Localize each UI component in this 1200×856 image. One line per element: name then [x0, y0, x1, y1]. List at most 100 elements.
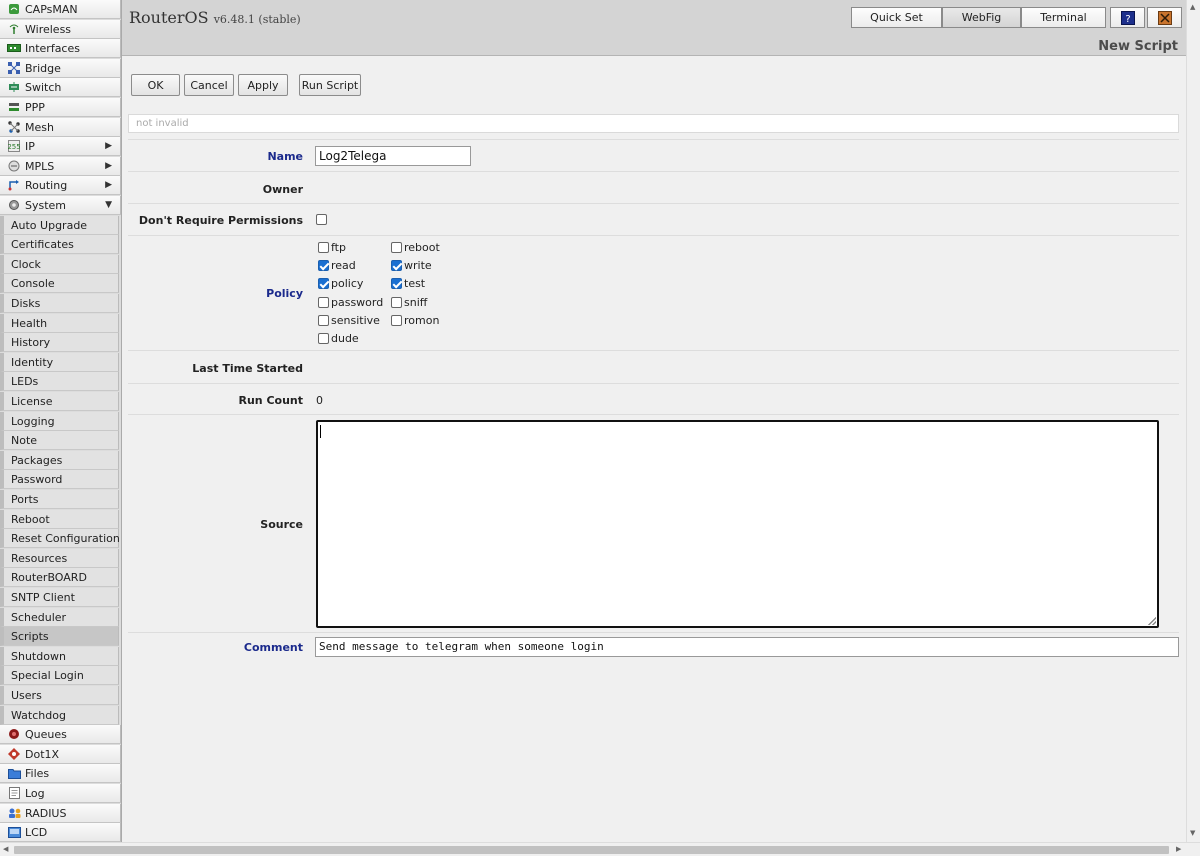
sidebar-subitem-clock[interactable]: Clock	[0, 255, 119, 274]
sidebar-subitem-special-login[interactable]: Special Login	[0, 666, 119, 685]
policy-password-checkbox[interactable]	[318, 297, 329, 308]
sidebar-item-queues[interactable]: Queues	[0, 725, 121, 744]
chevron-right-icon: ▶	[105, 161, 112, 171]
terminal-button[interactable]: Terminal	[1021, 7, 1106, 28]
sidebar-subitem-note[interactable]: Note	[0, 431, 119, 450]
webfig-button[interactable]: WebFig	[942, 7, 1021, 28]
sidebar-subitem-health[interactable]: Health	[0, 314, 119, 333]
sidebar-subitem-routerboard[interactable]: RouterBOARD	[0, 568, 119, 587]
policy-reboot-checkbox[interactable]	[391, 242, 402, 253]
sidebar-subitem-watchdog[interactable]: Watchdog	[0, 706, 119, 725]
sidebar-item-mesh[interactable]: Mesh	[0, 118, 121, 137]
sidebar-item-log[interactable]: Log	[0, 784, 121, 803]
files-icon	[7, 767, 21, 779]
resize-grip-icon[interactable]	[1148, 617, 1156, 625]
policy-sensitive-checkbox[interactable]	[318, 315, 329, 326]
sidebar-subitem-password[interactable]: Password	[0, 470, 119, 489]
sidebar-subitem-scheduler[interactable]: Scheduler	[0, 608, 119, 627]
sidebar-subitem-ports[interactable]: Ports	[0, 490, 119, 509]
policy-reboot-label: reboot	[404, 241, 440, 254]
apply-button[interactable]: Apply	[238, 74, 288, 96]
scroll-up-icon[interactable]: ▲	[1190, 3, 1195, 11]
policy-sniff-checkbox[interactable]	[391, 297, 402, 308]
sidebar-item-label: Log	[25, 786, 45, 800]
policy-test-checkbox[interactable]	[391, 278, 402, 289]
sidebar-subitem-identity[interactable]: Identity	[0, 353, 119, 372]
row-divider	[128, 203, 1179, 204]
source-textarea[interactable]	[316, 420, 1159, 628]
routing-icon	[7, 179, 21, 191]
sidebar-item-label: Dot1X	[25, 747, 60, 761]
name-input[interactable]: Log2Telega	[315, 146, 471, 166]
wireless-icon	[7, 23, 21, 35]
lcd-icon	[7, 826, 21, 838]
sidebar-item-label: Mesh	[25, 120, 54, 134]
sidebar-item-label: Routing	[25, 178, 68, 192]
logout-icon-button[interactable]	[1147, 7, 1182, 28]
sidebar-item-interfaces[interactable]: Interfaces	[0, 39, 121, 58]
sidebar-subitem-logging[interactable]: Logging	[0, 412, 119, 431]
policy-dude-checkbox[interactable]	[318, 333, 329, 344]
scrollbar-thumb[interactable]	[14, 846, 1169, 854]
scroll-right-icon[interactable]: ▶	[1176, 845, 1181, 853]
quick-set-button[interactable]: Quick Set	[851, 7, 942, 28]
sidebar-item-mpls[interactable]: MPLS ▶	[0, 157, 121, 176]
app-title: RouterOS v6.48.1 (stable)	[129, 8, 301, 27]
sidebar-item-radius[interactable]: RADIUS	[0, 804, 121, 823]
sidebar-subitem-leds[interactable]: LEDs	[0, 372, 119, 391]
sidebar-item-capsman[interactable]: CAPsMAN	[0, 0, 121, 19]
svg-text:255: 255	[8, 143, 20, 151]
sidebar-item-wireless[interactable]: Wireless	[0, 20, 121, 39]
sidebar-item-routing[interactable]: Routing ▶	[0, 176, 121, 195]
text-caret	[320, 425, 321, 438]
sidebar-item-label: PPP	[25, 100, 45, 114]
sidebar-item-bridge[interactable]: Bridge	[0, 59, 121, 78]
cancel-button[interactable]: Cancel	[184, 74, 234, 96]
sidebar-subitem-license[interactable]: License	[0, 392, 119, 411]
sidebar-item-dot1x[interactable]: Dot1X	[0, 745, 121, 764]
policy-write-checkbox[interactable]	[391, 260, 402, 271]
sidebar-item-system[interactable]: System ▼	[0, 196, 121, 215]
horizontal-scrollbar[interactable]: ◀ ▶	[0, 842, 1200, 856]
sidebar-subitem-console[interactable]: Console	[0, 274, 119, 293]
sidebar-subitem-reset-configuration[interactable]: Reset Configuration	[0, 529, 120, 548]
sidebar-subitem-disks[interactable]: Disks	[0, 294, 119, 313]
sidebar-subitem-reboot[interactable]: Reboot	[0, 510, 119, 529]
sidebar-subitem-resources[interactable]: Resources	[0, 549, 119, 568]
sidebar-subitem-scripts[interactable]: Scripts	[0, 627, 119, 646]
policy-test-label: test	[404, 277, 426, 290]
ip-icon: 255	[7, 140, 21, 152]
app-name: RouterOS	[129, 8, 209, 27]
policy-policy-checkbox[interactable]	[318, 278, 329, 289]
sidebar-item-switch[interactable]: Switch	[0, 78, 121, 97]
comment-input[interactable]: Send message to telegram when someone lo…	[315, 637, 1179, 657]
sidebar-subitem-shutdown[interactable]: Shutdown	[0, 647, 119, 666]
help-icon-button[interactable]: ?	[1110, 7, 1145, 28]
sidebar-item-ip[interactable]: 255 IP ▶	[0, 137, 121, 156]
chevron-right-icon: ▶	[105, 141, 112, 151]
log-icon	[7, 787, 21, 799]
sidebar-item-label: Switch	[25, 80, 62, 94]
run-count-value: 0	[316, 394, 323, 407]
help-icon: ?	[1120, 10, 1135, 25]
sidebar-subitem-sntp-client[interactable]: SNTP Client	[0, 588, 119, 607]
vertical-scrollbar[interactable]: ▲ ▼	[1186, 0, 1200, 842]
sidebar-item-lcd[interactable]: LCD	[0, 823, 121, 842]
sidebar-subitem-auto-upgrade[interactable]: Auto Upgrade	[0, 216, 119, 235]
ok-button[interactable]: OK	[131, 74, 180, 96]
policy-read-checkbox[interactable]	[318, 260, 329, 271]
dont-require-permissions-checkbox[interactable]	[316, 214, 327, 225]
policy-ftp-checkbox[interactable]	[318, 242, 329, 253]
run-script-button[interactable]: Run Script	[299, 74, 361, 96]
sidebar-item-ppp[interactable]: PPP	[0, 98, 121, 117]
policy-romon-label: romon	[404, 314, 440, 327]
sidebar-subitem-certificates[interactable]: Certificates	[0, 235, 119, 254]
sidebar-item-label: System	[25, 198, 67, 212]
sidebar-item-files[interactable]: Files	[0, 764, 121, 783]
scroll-down-icon[interactable]: ▼	[1190, 829, 1195, 837]
sidebar-subitem-users[interactable]: Users	[0, 686, 119, 705]
policy-romon-checkbox[interactable]	[391, 315, 402, 326]
sidebar-subitem-history[interactable]: History	[0, 333, 119, 352]
scroll-left-icon[interactable]: ◀	[3, 845, 8, 853]
sidebar-subitem-packages[interactable]: Packages	[0, 451, 119, 470]
